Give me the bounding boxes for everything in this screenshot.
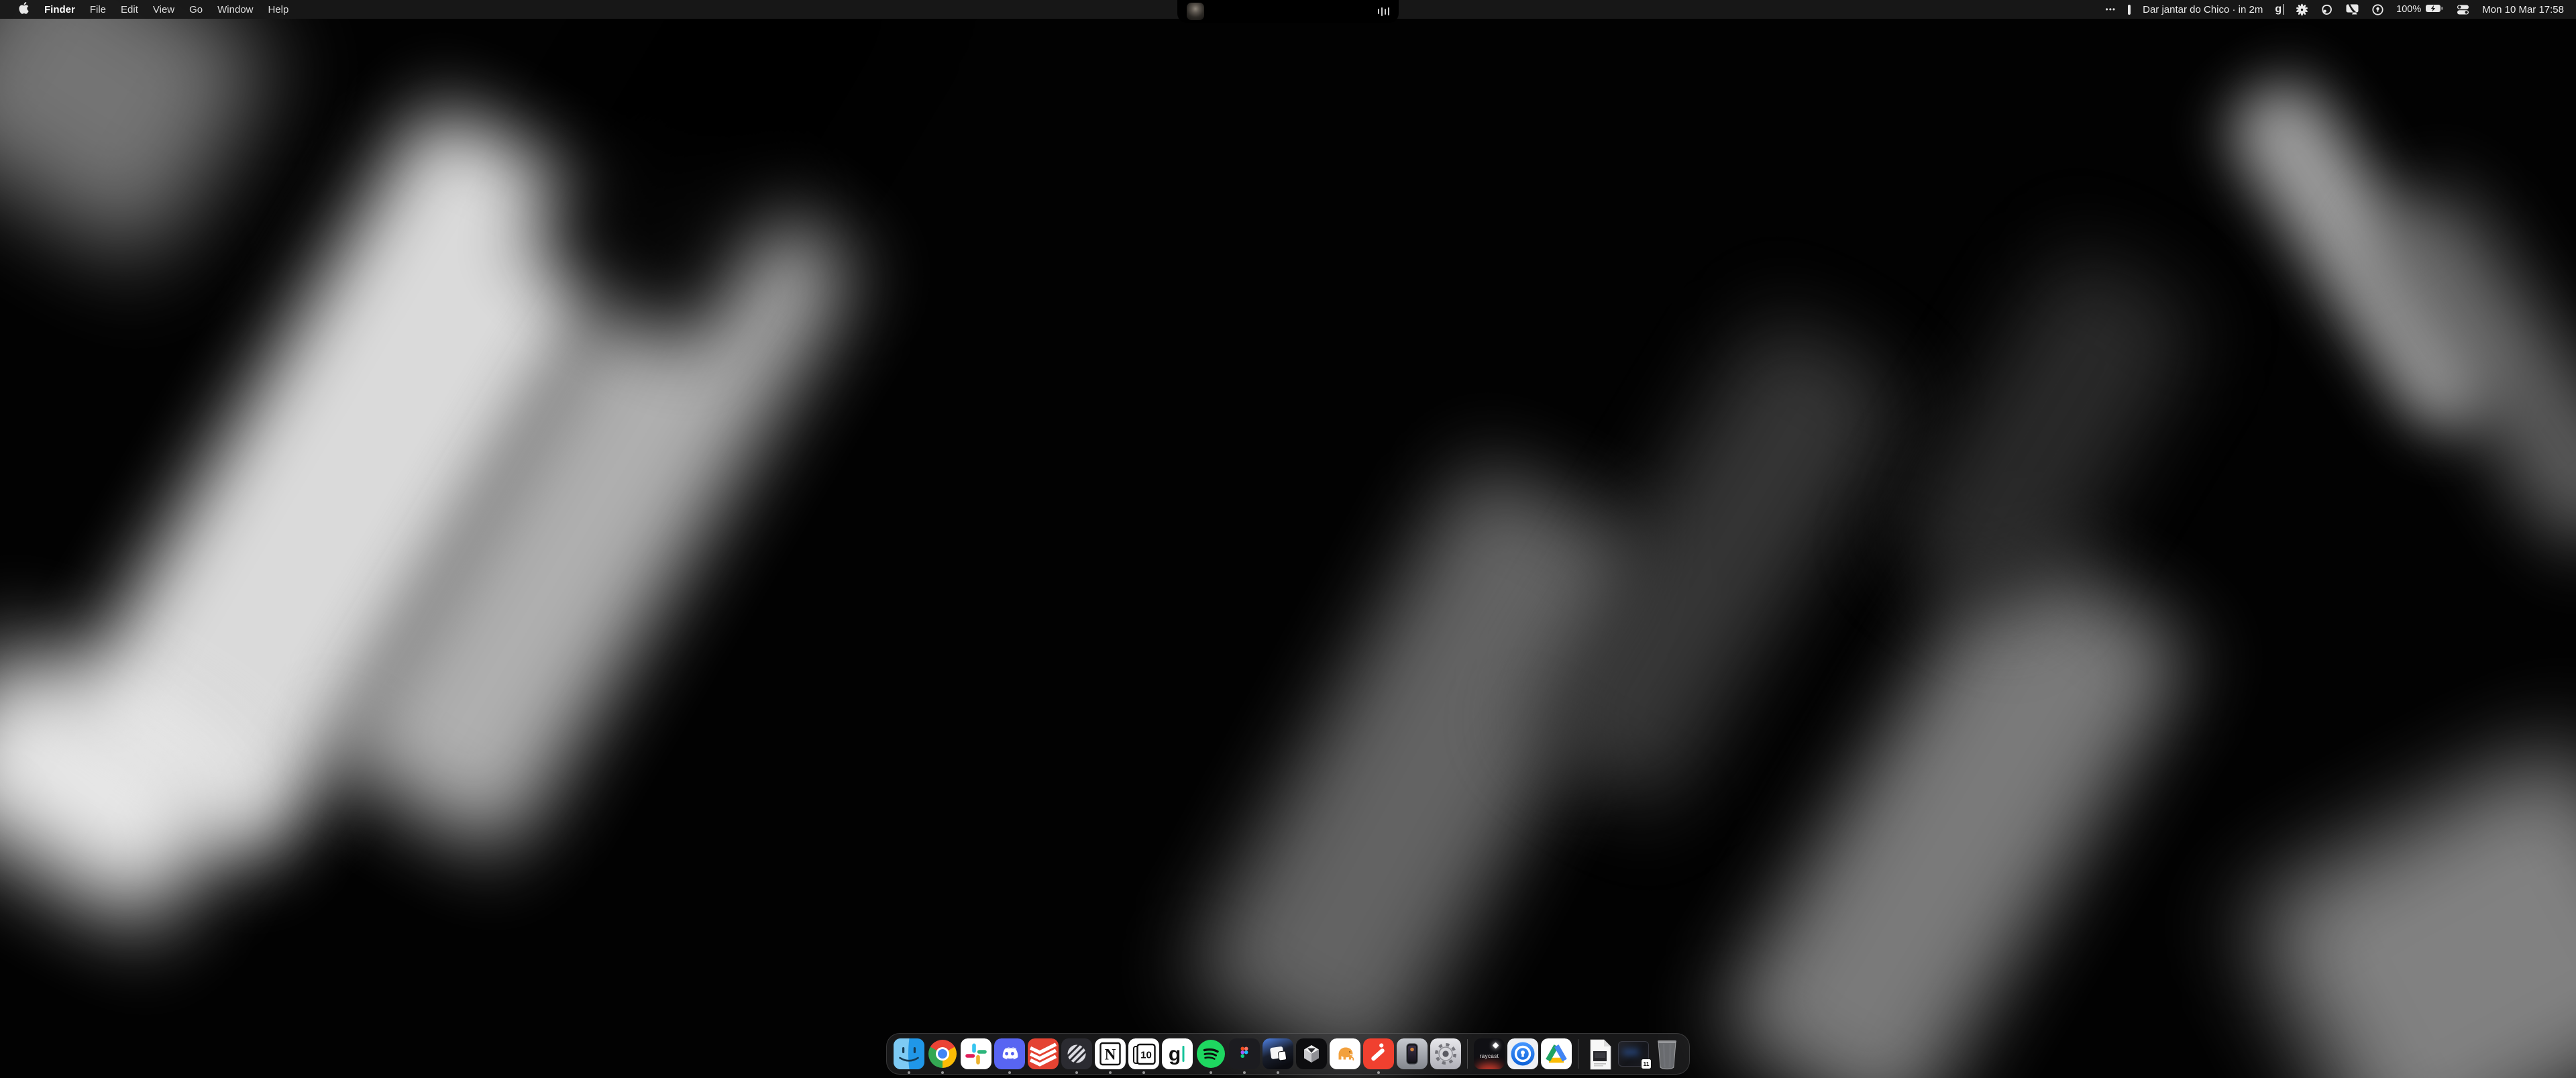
menu-bar-left: Finder File Edit View Go Window Help: [0, 0, 296, 19]
iphone-mirroring-icon: [1397, 1038, 1428, 1069]
raycast-glow: [1476, 1064, 1503, 1069]
running-indicator: [908, 1071, 910, 1074]
dock-grammarly[interactable]: g: [1161, 1033, 1194, 1075]
apple-logo-icon: [19, 2, 29, 17]
menu-item-window[interactable]: Window: [210, 0, 260, 19]
running-indicator: [1210, 1071, 1212, 1074]
display-menu-icon[interactable]: [2345, 3, 2359, 15]
desktop: Finder File Edit View Go Window Help •••…: [0, 0, 2576, 1078]
menu-item-go[interactable]: Go: [182, 0, 210, 19]
dock-iphone-mirroring[interactable]: [1395, 1033, 1429, 1075]
linear-icon: [1061, 1038, 1092, 1069]
dock-system-settings[interactable]: [1429, 1033, 1462, 1075]
running-indicator: [941, 1071, 944, 1074]
wallpaper-stripe: [1884, 239, 2208, 633]
wallpaper-stripe: [2242, 735, 2576, 1078]
dock-notion-calendar[interactable]: 10: [1127, 1033, 1161, 1075]
now-playing-album-art[interactable]: [1187, 3, 1204, 20]
dock-trash[interactable]: [1650, 1033, 1684, 1075]
svg-text:N: N: [1105, 1046, 1116, 1063]
notion-icon: N: [1095, 1038, 1126, 1069]
menu-bar-status: ••• Dar jantar do Chico · in 2m g: [2106, 0, 2576, 19]
downloads-stack-icon: 11: [1618, 1041, 1649, 1067]
battery-percent: 100%: [2396, 4, 2421, 15]
battery-charging-icon: [2425, 3, 2444, 16]
raycast-icon: raycast: [1474, 1038, 1505, 1069]
dock-downloads-stack[interactable]: 11: [1617, 1033, 1650, 1075]
notch-now-playing: [1177, 0, 1399, 23]
1password-icon: [1507, 1038, 1538, 1069]
focus-bar-icon[interactable]: [2128, 5, 2131, 15]
running-indicator: [1377, 1071, 1380, 1074]
dock-linear[interactable]: [1060, 1033, 1093, 1075]
menu-bar-clock[interactable]: Mon 10 Mar 17:58: [2482, 4, 2564, 15]
svg-text:g: g: [1169, 1043, 1181, 1065]
raycast-diamond-icon: [1493, 1042, 1499, 1049]
dock-google-chrome[interactable]: [926, 1033, 959, 1075]
grammarly-icon: g: [1162, 1038, 1193, 1069]
wallpaper-stripe: [0, 0, 280, 272]
dock-raycast[interactable]: raycast: [1472, 1033, 1506, 1075]
menu-item-view[interactable]: View: [146, 0, 182, 19]
dock: N 10 g: [886, 1033, 1690, 1075]
svg-text:10: 10: [1140, 1050, 1152, 1061]
dock-spotify[interactable]: [1194, 1033, 1228, 1075]
dock-separator: [1467, 1039, 1468, 1069]
grammarly-menu-icon[interactable]: g: [2275, 3, 2284, 15]
dock-finder[interactable]: [892, 1033, 926, 1075]
slack-icon: [961, 1038, 991, 1069]
discord-icon: [994, 1038, 1025, 1069]
dock-google-drive[interactable]: [1540, 1033, 1573, 1075]
running-indicator: [1008, 1071, 1011, 1074]
figma-icon: [1229, 1038, 1260, 1069]
dock-document-file[interactable]: [1583, 1033, 1617, 1075]
dock-1password[interactable]: [1506, 1033, 1540, 1075]
menu-item-file[interactable]: File: [83, 0, 113, 19]
wallpaper-stripe: [1712, 534, 2199, 1078]
running-indicator: [1109, 1071, 1112, 1074]
cube-3d-icon: [1296, 1038, 1327, 1069]
dock-slack[interactable]: [959, 1033, 993, 1075]
flower-menu-icon[interactable]: [2296, 3, 2308, 16]
dock-todoist[interactable]: [1026, 1033, 1060, 1075]
grammarly-cursor: [2283, 4, 2284, 15]
menu-item-finder[interactable]: Finder: [37, 0, 83, 19]
apple-menu[interactable]: [11, 0, 37, 19]
battery-status[interactable]: 100%: [2396, 3, 2444, 16]
dock-cube-3d-app[interactable]: [1295, 1033, 1328, 1075]
dock-mammoth[interactable]: [1328, 1033, 1362, 1075]
screen-studio-icon: [1263, 1038, 1293, 1069]
overflow-dots-icon[interactable]: •••: [2106, 5, 2116, 14]
audio-visualizer-icon: [1378, 6, 1390, 17]
1password-menu-icon[interactable]: [2371, 3, 2384, 16]
dock-superhuman[interactable]: [1362, 1033, 1395, 1075]
dock-discord[interactable]: [993, 1033, 1026, 1075]
finder-icon: [894, 1038, 924, 1069]
stack-thumbnail: [1623, 1049, 1639, 1055]
raycast-label: raycast: [1474, 1053, 1505, 1059]
chrome-icon: [927, 1038, 958, 1069]
running-indicator: [1142, 1071, 1145, 1074]
google-drive-icon: [1541, 1038, 1572, 1069]
running-indicator: [1243, 1071, 1246, 1074]
control-center-icon[interactable]: [2456, 4, 2470, 15]
trash-icon: [1652, 1038, 1682, 1069]
notion-calendar-icon: 10: [1128, 1038, 1159, 1069]
todoist-icon: [1028, 1038, 1059, 1069]
mammoth-icon: [1330, 1038, 1360, 1069]
calendar-event-text[interactable]: Dar jantar do Chico · in 2m: [2143, 4, 2263, 15]
system-settings-icon: [1430, 1038, 1461, 1069]
dock-screen-studio[interactable]: [1261, 1033, 1295, 1075]
dock-notion[interactable]: N: [1093, 1033, 1127, 1075]
menu-item-help[interactable]: Help: [261, 0, 297, 19]
wallpaper: [0, 0, 2576, 1078]
running-indicator: [1277, 1071, 1279, 1074]
superhuman-icon: [1363, 1038, 1394, 1069]
pick-shape-menu-icon[interactable]: [2320, 3, 2333, 16]
document-file-icon: [1585, 1038, 1615, 1069]
dock-figma[interactable]: [1228, 1033, 1261, 1075]
spotify-icon: [1195, 1038, 1226, 1069]
menu-item-edit[interactable]: Edit: [113, 0, 146, 19]
running-indicator: [1075, 1071, 1078, 1074]
